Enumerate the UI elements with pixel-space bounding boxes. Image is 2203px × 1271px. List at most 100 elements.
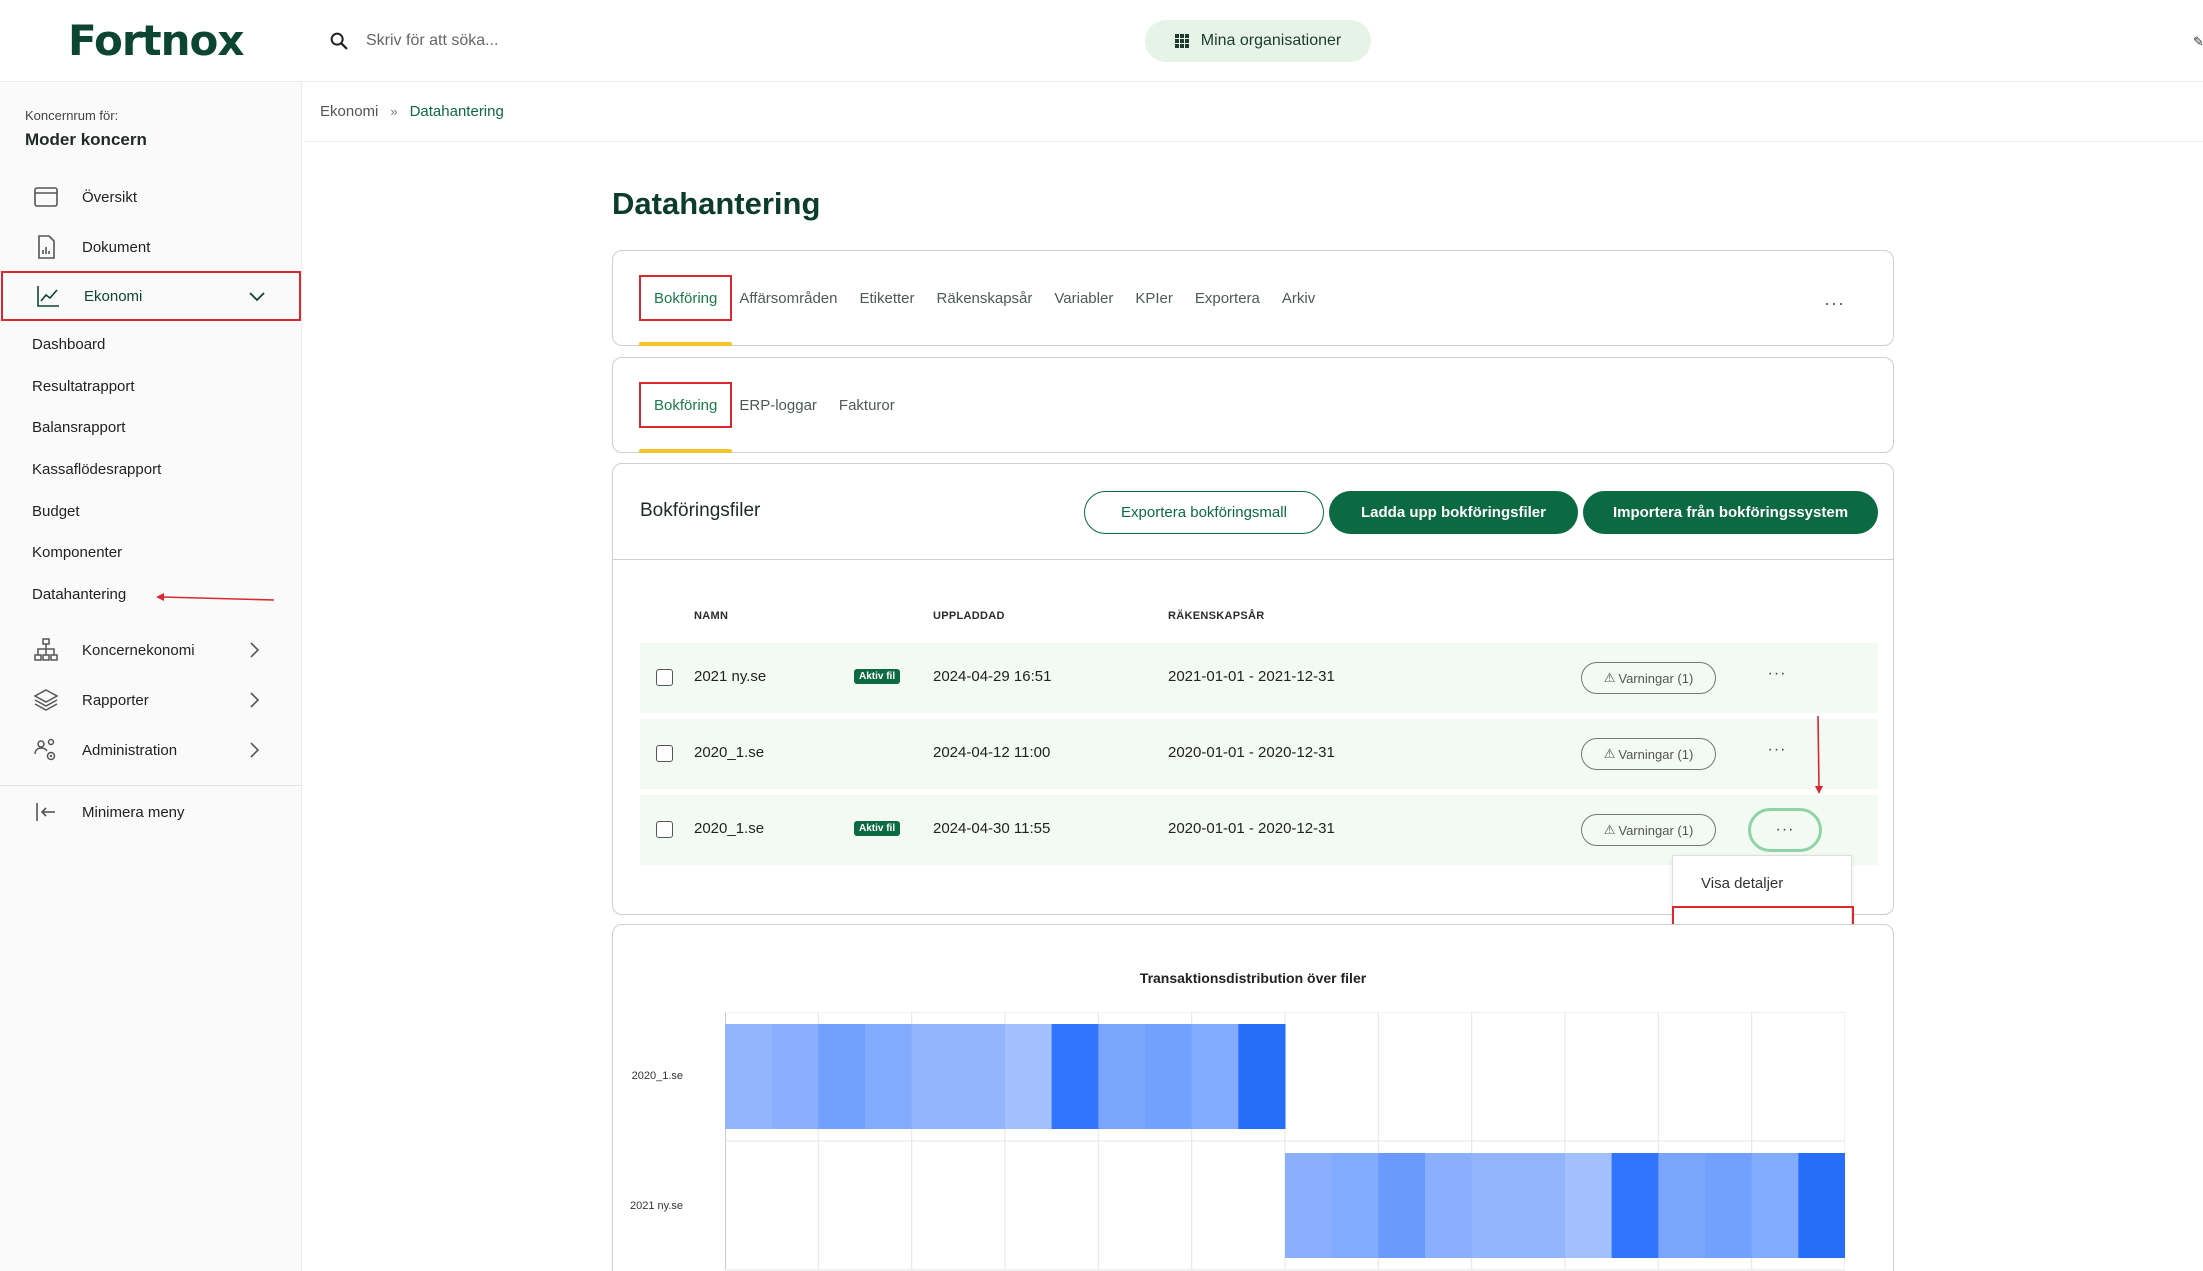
search-box[interactable] — [328, 24, 828, 58]
search-input[interactable] — [366, 32, 786, 50]
group-room-caption: Koncernrum för: — [25, 108, 119, 123]
org-chart-icon — [34, 638, 58, 661]
fortnox-logo[interactable]: Fortnox — [68, 16, 244, 65]
sidebar-item-rapporter[interactable]: Rapporter — [0, 675, 302, 725]
collapse-left-icon — [36, 803, 55, 821]
row-checkbox[interactable] — [656, 745, 673, 762]
more-tabs-icon[interactable]: ··· — [1824, 293, 1845, 314]
column-header-uploaded[interactable]: UPPLADDAD — [933, 610, 1005, 622]
sidebar-item-label: Översikt — [82, 188, 138, 206]
heatmap-cell — [1145, 1024, 1193, 1129]
sidebar-item-ekonomi[interactable]: Ekonomi — [1, 271, 301, 321]
subtab-erp-loggar[interactable]: ERP-loggar — [728, 358, 828, 452]
subtab-bokforing[interactable]: Bokföring — [639, 358, 733, 453]
heatmap-cell — [1005, 1024, 1053, 1129]
warnings-button[interactable]: ⚠ Varningar (1) — [1581, 738, 1716, 770]
heatmap-cell — [1285, 1153, 1333, 1258]
tab-affarsomraden[interactable]: Affärsområden — [728, 251, 848, 345]
document-icon — [38, 235, 55, 259]
column-header-fiscal-year[interactable]: RÄKENSKAPSÅR — [1168, 610, 1265, 622]
import-system-button[interactable]: Importera från bokföringssystem — [1583, 491, 1878, 534]
line-chart-icon — [37, 286, 59, 307]
heatmap-cell — [1518, 1153, 1566, 1258]
heatmap-cell — [1565, 1153, 1613, 1258]
tab-rakenskapsar[interactable]: Räkenskapsår — [926, 251, 1044, 345]
row-more-icon[interactable]: ··· — [1750, 665, 1804, 691]
sidebar-subitem-resultatrapport[interactable]: Resultatrapport — [32, 378, 135, 395]
warnings-button[interactable]: ⚠ Varningar (1) — [1581, 662, 1716, 694]
sidebar-item-koncernekonomi[interactable]: Koncernekonomi — [0, 625, 302, 675]
fiscal-year: 2021-01-01 - 2021-12-31 — [1168, 668, 1335, 685]
sidebar: Koncernrum för: Moder koncern Översikt D… — [0, 82, 302, 1271]
sidebar-item-administration[interactable]: Administration — [0, 725, 302, 775]
chevron-down-icon — [249, 292, 265, 302]
sidebar-item-oversikt[interactable]: Översikt — [0, 172, 302, 222]
tab-bokforing[interactable]: Bokföring — [639, 251, 733, 346]
sidebar-item-label: Ekonomi — [84, 287, 143, 305]
heatmap-cell — [1705, 1153, 1753, 1258]
upload-files-button[interactable]: Ladda upp bokföringsfiler — [1329, 491, 1578, 534]
warnings-button[interactable]: ⚠ Varningar (1) — [1581, 814, 1716, 846]
sidebar-subitem-budget[interactable]: Budget — [32, 503, 80, 520]
heatmap-cell — [1051, 1024, 1099, 1129]
active-file-badge: Aktiv fil — [854, 669, 901, 684]
chart-title: Transaktionsdistribution över filer — [1139, 970, 1367, 986]
breadcrumb-ekonomi[interactable]: Ekonomi — [320, 103, 378, 120]
tab-exportera[interactable]: Exportera — [1184, 251, 1271, 345]
my-organizations-button[interactable]: Mina organisationer — [1145, 20, 1371, 62]
menu-item-view-details[interactable]: Visa detaljer — [1673, 858, 1853, 908]
row-checkbox[interactable] — [656, 669, 673, 686]
subtab-fakturor[interactable]: Fakturor — [828, 358, 906, 452]
edit-icon[interactable]: ✎ — [2193, 34, 2203, 49]
tab-kpier[interactable]: KPIer — [1124, 251, 1184, 345]
sidebar-item-dokument[interactable]: Dokument — [0, 222, 302, 272]
y-tick-label: 2020_1.se — [631, 1070, 683, 1082]
sidebar-subitem-dashboard[interactable]: Dashboard — [32, 336, 105, 353]
warning-icon: ⚠ — [1603, 670, 1616, 685]
heatmap-cell — [1471, 1153, 1519, 1258]
row-more-icon[interactable]: ··· — [1750, 741, 1804, 767]
uploaded-at: 2024-04-12 11:00 — [933, 744, 1051, 761]
heatmap-cell — [865, 1024, 913, 1129]
warning-icon: ⚠ — [1603, 822, 1616, 837]
fiscal-year: 2020-01-01 - 2020-12-31 — [1168, 820, 1335, 837]
column-header-name[interactable]: NAMN — [694, 610, 728, 622]
export-template-button[interactable]: Exportera bokföringsmall — [1084, 491, 1324, 534]
table-row[interactable]: 2020_1.se 2024-04-12 11:00 2020-01-01 - … — [640, 719, 1878, 789]
heatmap-cell — [1611, 1153, 1659, 1258]
heatmap-chart — [725, 1012, 1845, 1271]
row-checkbox[interactable] — [656, 821, 673, 838]
tab-variabler[interactable]: Variabler — [1043, 251, 1124, 345]
files-header: Bokföringsfiler Exportera bokföringsmall… — [613, 464, 1893, 560]
file-name: 2020_1.se — [694, 820, 765, 837]
table-row[interactable]: 2021 ny.se Aktiv fil 2024-04-29 16:51 20… — [640, 643, 1878, 713]
layers-icon — [33, 689, 59, 711]
search-icon — [330, 32, 348, 50]
sidebar-subitem-komponenter[interactable]: Komponenter — [32, 544, 122, 561]
heatmap-cell — [1425, 1153, 1473, 1258]
main-tabs: Bokföring Affärsområden Etiketter Räkens… — [639, 251, 1326, 346]
heatmap-cell — [911, 1024, 959, 1129]
warning-icon: ⚠ — [1603, 746, 1616, 761]
chevron-right-icon — [250, 692, 260, 708]
file-name: 2021 ny.se — [694, 668, 767, 685]
breadcrumb-separator: » — [390, 104, 398, 119]
sidebar-subitem-datahantering[interactable]: Datahantering — [32, 586, 126, 603]
page-title: Datahantering — [612, 186, 821, 221]
tab-etiketter[interactable]: Etiketter — [848, 251, 925, 345]
sidebar-item-label: Koncernekonomi — [82, 641, 195, 659]
sidebar-item-label: Rapporter — [82, 691, 149, 709]
heatmap-cell — [1238, 1024, 1286, 1129]
sidebar-subitem-kassaflodesrapport[interactable]: Kassaflödesrapport — [32, 461, 161, 478]
sidebar-item-minimize-menu[interactable]: Minimera meny — [0, 787, 302, 837]
tab-arkiv[interactable]: Arkiv — [1271, 251, 1326, 345]
uploaded-at: 2024-04-29 16:51 — [933, 668, 1052, 685]
heatmap-cell — [1331, 1153, 1379, 1258]
heatmap-cell — [725, 1024, 773, 1129]
chevron-right-icon — [250, 642, 260, 658]
sidebar-item-label: Minimera meny — [82, 803, 185, 821]
row-more-icon[interactable]: ··· — [1748, 808, 1822, 852]
sidebar-subitem-balansrapport[interactable]: Balansrapport — [32, 419, 125, 436]
heatmap-cell — [1191, 1024, 1239, 1129]
users-gear-icon — [34, 738, 56, 761]
